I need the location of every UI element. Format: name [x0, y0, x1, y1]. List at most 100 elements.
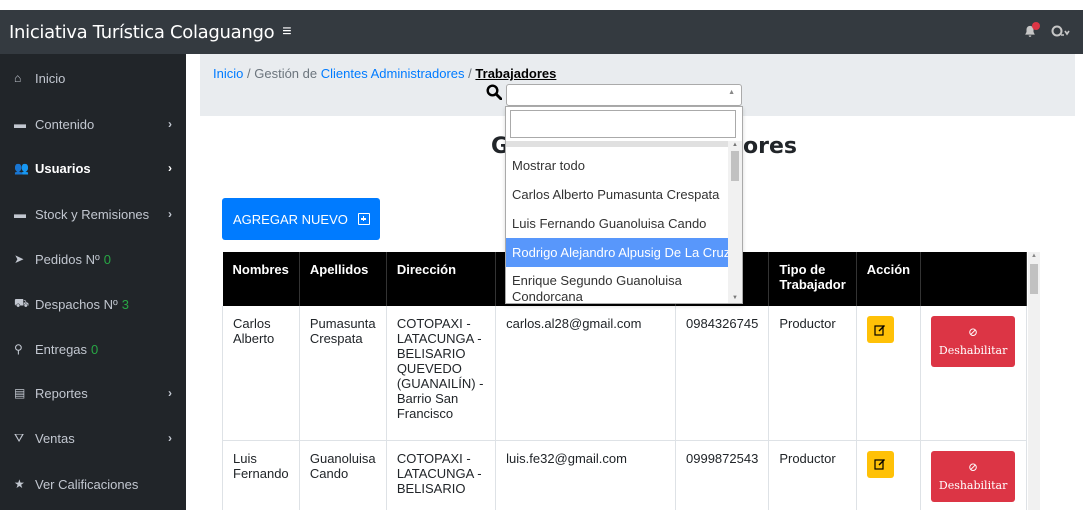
column-header: Dirección: [386, 252, 497, 306]
add-new-button[interactable]: AGREGAR NUEVO: [222, 198, 380, 240]
dropdown-scrollbar-horizontal[interactable]: [506, 141, 728, 147]
dropdown-scrollbar-vertical[interactable]: ▲ ▼: [728, 141, 742, 303]
table-row: Luis Fernando Guanoluisa Cando COTOPAXI …: [222, 440, 1027, 510]
cell-tipo: Productor: [768, 440, 857, 510]
table-row: Carlos Alberto Pumasunta Crespata COTOPA…: [222, 306, 1027, 441]
disable-button[interactable]: ⊘ Deshabilitar: [931, 316, 1016, 367]
entregas-count: 0: [91, 341, 99, 357]
star-icon: ★: [14, 477, 25, 491]
folder-icon: ▬: [14, 207, 26, 221]
sidebar-item-ventas[interactable]: ⛛ Ventas ›: [0, 418, 186, 458]
menu-toggle-icon[interactable]: ≡: [282, 23, 291, 41]
sidebar-item-calificaciones[interactable]: ★ Ver Calificaciones: [0, 464, 186, 504]
breadcrumb-separator: /: [468, 66, 472, 81]
cart-icon: ⛛: [14, 430, 25, 445]
scrollbar-thumb[interactable]: [1030, 264, 1038, 294]
user-menu-icon[interactable]: [1051, 25, 1071, 39]
table-scrollbar[interactable]: ▲: [1028, 252, 1040, 510]
edit-icon: [874, 324, 886, 336]
app-title[interactable]: Iniciativa Turística Colaguango: [9, 22, 275, 43]
edit-icon: [874, 459, 886, 470]
page-title-end: ores: [743, 134, 797, 159]
sidebar-item-label: Ver Calificaciones: [35, 476, 139, 492]
disable-label: Deshabilitar: [938, 344, 1008, 357]
dropdown-option[interactable]: Enrique Segundo Guanoluisa Condorcana: [506, 267, 728, 301]
sidebar-item-label: Inicio: [35, 70, 66, 86]
cell-edit: [855, 440, 922, 510]
motorcycle-icon: ⚲: [14, 342, 23, 356]
cell-direccion: COTOPAXI - LATACUNGA - BELISARIO QUEVEDO…: [385, 306, 497, 441]
sidebar-item-despachos[interactable]: ⛟ Despachos Nº 3: [0, 284, 186, 324]
column-header: Tipo de Trabajador: [768, 252, 857, 306]
send-icon: ➤: [14, 252, 25, 266]
column-header: [920, 252, 1027, 306]
breadcrumb-administradores-link[interactable]: Administradores: [371, 66, 465, 81]
sidebar-item-label: Stock y Remisiones: [35, 206, 150, 222]
breadcrumb: Inicio / Gestión de Clientes Administrad…: [213, 66, 556, 81]
breadcrumb-home-link[interactable]: Inicio: [213, 66, 243, 81]
chevron-right-icon: ›: [168, 207, 172, 221]
cell-email: carlos.al28@gmail.com: [495, 306, 676, 441]
cell-telefono: 0984326745: [674, 306, 770, 441]
sidebar-item-pedidos[interactable]: ➤ Pedidos Nº 0: [0, 239, 186, 279]
home-icon: ⌂: [14, 71, 22, 85]
plus-square-icon: [357, 213, 370, 225]
sidebar-item-reportes[interactable]: ▤ Reportes ›: [0, 373, 186, 413]
breadcrumb-clientes-link[interactable]: Clientes: [321, 66, 368, 81]
edit-button[interactable]: [866, 316, 894, 343]
scroll-up-icon[interactable]: ▲: [1031, 253, 1037, 259]
add-new-label: AGREGAR NUEVO: [233, 211, 348, 227]
cell-telefono: 0999872543: [674, 440, 770, 510]
breadcrumb-section: Gestión de: [254, 66, 318, 81]
cell-email: luis.fe32@gmail.com: [495, 440, 676, 510]
dropdown-search-input[interactable]: [510, 110, 736, 138]
chevron-right-icon: ›: [168, 431, 172, 445]
dropdown-option[interactable]: Mostrar todo: [506, 151, 728, 180]
scroll-up-icon[interactable]: ▲: [732, 142, 738, 148]
edit-button[interactable]: [866, 450, 894, 478]
pedidos-count: 0: [103, 251, 111, 267]
scrollbar-thumb[interactable]: [731, 151, 739, 181]
sidebar-item-label: Reportes: [35, 385, 88, 401]
sidebar-item-usuarios[interactable]: 👥 Usuarios ›: [0, 148, 186, 188]
search-icon: [486, 84, 502, 100]
sidebar-item-label: Despachos Nº: [35, 296, 118, 312]
scroll-down-icon[interactable]: ▼: [732, 295, 738, 301]
worker-dropdown: Mostrar todo Carlos Alberto Pumasunta Cr…: [505, 106, 743, 304]
sidebar-item-label: Usuarios: [35, 160, 91, 176]
sidebar-item-contenido[interactable]: ▬ Contenido ›: [0, 104, 186, 144]
sidebar-item-label: Pedidos Nº: [35, 251, 100, 267]
sidebar-item-entregas[interactable]: ⚲ Entregas 0: [0, 329, 186, 369]
cell-disable: ⊘ Deshabilitar: [920, 440, 1027, 510]
dropdown-option[interactable]: Carlos Alberto Pumasunta Crespata: [506, 180, 728, 209]
cell-nombres: Carlos Alberto: [222, 306, 300, 441]
sidebar-item-stock[interactable]: ▬ Stock y Remisiones ›: [0, 194, 186, 234]
dolly-icon: ⛟: [14, 296, 30, 310]
sidebar-item-label: Entregas: [35, 341, 88, 357]
notifications-bell-icon[interactable]: [1023, 22, 1040, 39]
despachos-count: 3: [121, 296, 130, 312]
cell-apellidos: Guanoluisa Cando: [298, 440, 387, 510]
sidebar-item-label: Ventas: [35, 430, 75, 446]
dropdown-options: Mostrar todo Carlos Alberto Pumasunta Cr…: [506, 151, 728, 301]
worker-select[interactable]: ▲: [506, 84, 742, 106]
chevron-up-icon: ▲: [728, 89, 735, 96]
disable-button[interactable]: ⊘ Deshabilitar: [931, 450, 1016, 502]
eye-slash-icon: ⊘: [968, 325, 979, 339]
sidebar-item-label: Contenido: [35, 116, 95, 132]
sidebar-item-inicio[interactable]: ⌂ Inicio: [0, 58, 186, 98]
users-icon: 👥: [14, 161, 29, 175]
chevron-right-icon: ›: [168, 386, 172, 400]
disable-label: Deshabilitar: [938, 478, 1008, 492]
breadcrumb-separator: /: [246, 66, 251, 81]
dropdown-option-highlighted[interactable]: Rodrigo Alejandro Alpusig De La Cruz: [506, 238, 728, 267]
folder-icon: ▬: [14, 117, 26, 131]
top-right-actions: [1023, 10, 1071, 54]
cell-edit: [855, 306, 922, 441]
cell-direccion: COTOPAXI - LATACUNGA - BELISARIO: [385, 440, 497, 510]
dropdown-option[interactable]: Luis Fernando Guanoluisa Cando: [506, 209, 728, 238]
breadcrumb-current[interactable]: Trabajadores: [475, 66, 556, 81]
top-navbar: Iniciativa Turística Colaguango ≡: [0, 0, 1083, 54]
cell-apellidos: Pumasunta Crespata: [298, 306, 387, 441]
cell-tipo: Productor: [768, 306, 857, 441]
